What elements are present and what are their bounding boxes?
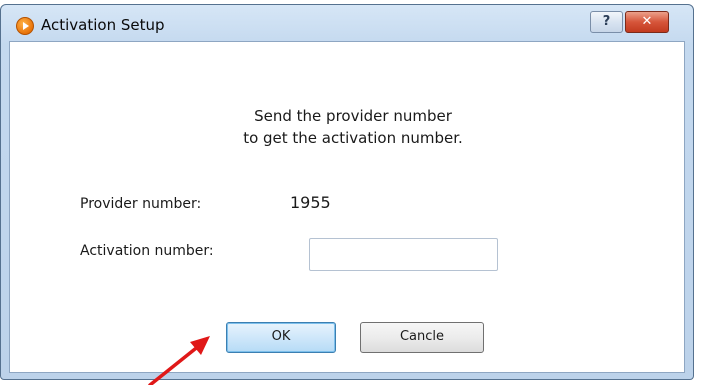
ok-button[interactable]: OK (226, 322, 336, 353)
activation-number-label: Activation number: (80, 243, 214, 259)
help-button[interactable]: ? (590, 11, 623, 33)
dialog-body: Send the provider number to get the acti… (9, 41, 685, 373)
activation-number-input[interactable] (309, 238, 498, 271)
cancel-button[interactable]: Cancle (360, 322, 484, 353)
title-bar[interactable]: Activation Setup ? ✕ (1, 5, 693, 41)
activation-setup-window: Activation Setup ? ✕ Send the provider n… (0, 4, 694, 380)
window-title: Activation Setup (41, 16, 165, 34)
provider-number-label: Provider number: (80, 196, 202, 212)
media-player-icon (16, 17, 34, 35)
close-button[interactable]: ✕ (625, 11, 669, 33)
screen: Activation Setup ? ✕ Send the provider n… (0, 0, 703, 385)
instruction-line-1: Send the provider number (254, 107, 452, 125)
instruction-line-2: to get the activation number. (243, 129, 463, 147)
provider-number-value: 1955 (290, 193, 331, 212)
